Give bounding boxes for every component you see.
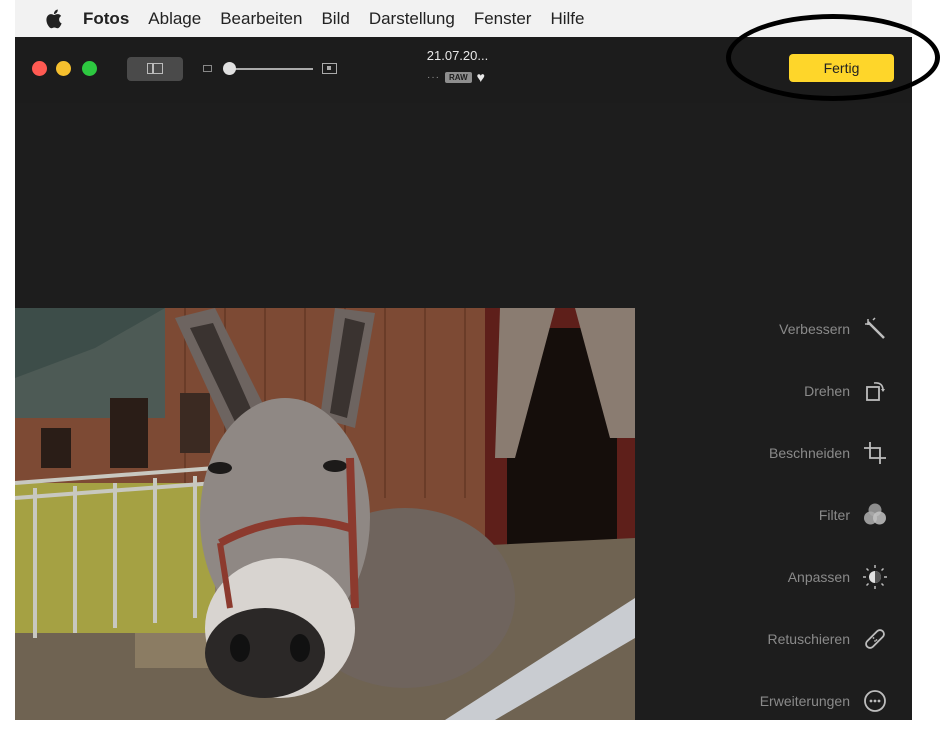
sidebar-icon xyxy=(147,63,163,74)
menu-fotos[interactable]: Fotos xyxy=(83,9,129,29)
tool-label: Retuschieren xyxy=(767,631,851,647)
tool-label: Drehen xyxy=(804,383,850,399)
more-icon xyxy=(862,688,888,714)
photo-title: 21.07.20... xyxy=(426,48,489,63)
close-window-button[interactable] xyxy=(32,61,47,76)
photo-meta-dots: ··· xyxy=(427,71,440,83)
photo-preview xyxy=(15,308,635,720)
tool-label: Verbessern xyxy=(779,321,850,337)
zoom-in-icon xyxy=(322,63,337,74)
annotation-circle xyxy=(726,14,940,101)
tool-filter[interactable]: Filter xyxy=(819,502,888,528)
heart-icon[interactable]: ♥ xyxy=(477,70,485,84)
tool-drehen[interactable]: Drehen xyxy=(804,378,888,404)
tool-label: Filter xyxy=(818,507,850,523)
menu-hilfe[interactable]: Hilfe xyxy=(550,9,584,29)
sidebar-toggle-button[interactable] xyxy=(127,57,183,81)
tool-anpassen[interactable]: Anpassen xyxy=(788,564,888,590)
menu-darstellung[interactable]: Darstellung xyxy=(369,9,455,29)
menu-bild[interactable]: Bild xyxy=(321,9,349,29)
tool-beschneiden[interactable]: Beschneiden xyxy=(769,440,888,466)
zoom-slider-track[interactable] xyxy=(229,68,313,70)
tool-label: Erweiterungen xyxy=(759,693,850,709)
bandage-icon xyxy=(862,626,888,652)
donkey-photo xyxy=(15,308,635,720)
tool-retuschieren[interactable]: Retuschieren xyxy=(768,626,889,652)
menu-fenster[interactable]: Fenster xyxy=(474,9,532,29)
photo-meta: ··· RAW ♥ xyxy=(427,70,485,84)
filter-icon xyxy=(862,502,888,528)
raw-badge: RAW xyxy=(445,71,472,83)
photos-window: 21.07.20... ··· RAW ♥ Fertig Verbessern … xyxy=(15,37,912,720)
menu-ablage[interactable]: Ablage xyxy=(148,9,201,29)
menu-bearbeiten[interactable]: Bearbeiten xyxy=(220,9,302,29)
adjust-icon xyxy=(862,564,888,590)
fullscreen-window-button[interactable] xyxy=(82,61,97,76)
tool-erweiterungen[interactable]: Erweiterungen xyxy=(760,688,888,714)
rotate-icon xyxy=(862,378,888,404)
tool-label: Beschneiden xyxy=(769,445,850,461)
crop-icon xyxy=(862,440,888,466)
tool-verbessern[interactable]: Verbessern xyxy=(779,316,888,342)
apple-icon[interactable] xyxy=(44,8,66,30)
minimize-window-button[interactable] xyxy=(56,61,71,76)
zoom-slider-knob[interactable] xyxy=(223,62,236,75)
zoom-out-icon xyxy=(203,65,212,72)
magic-wand-icon xyxy=(862,316,888,342)
tool-label: Anpassen xyxy=(787,569,850,585)
